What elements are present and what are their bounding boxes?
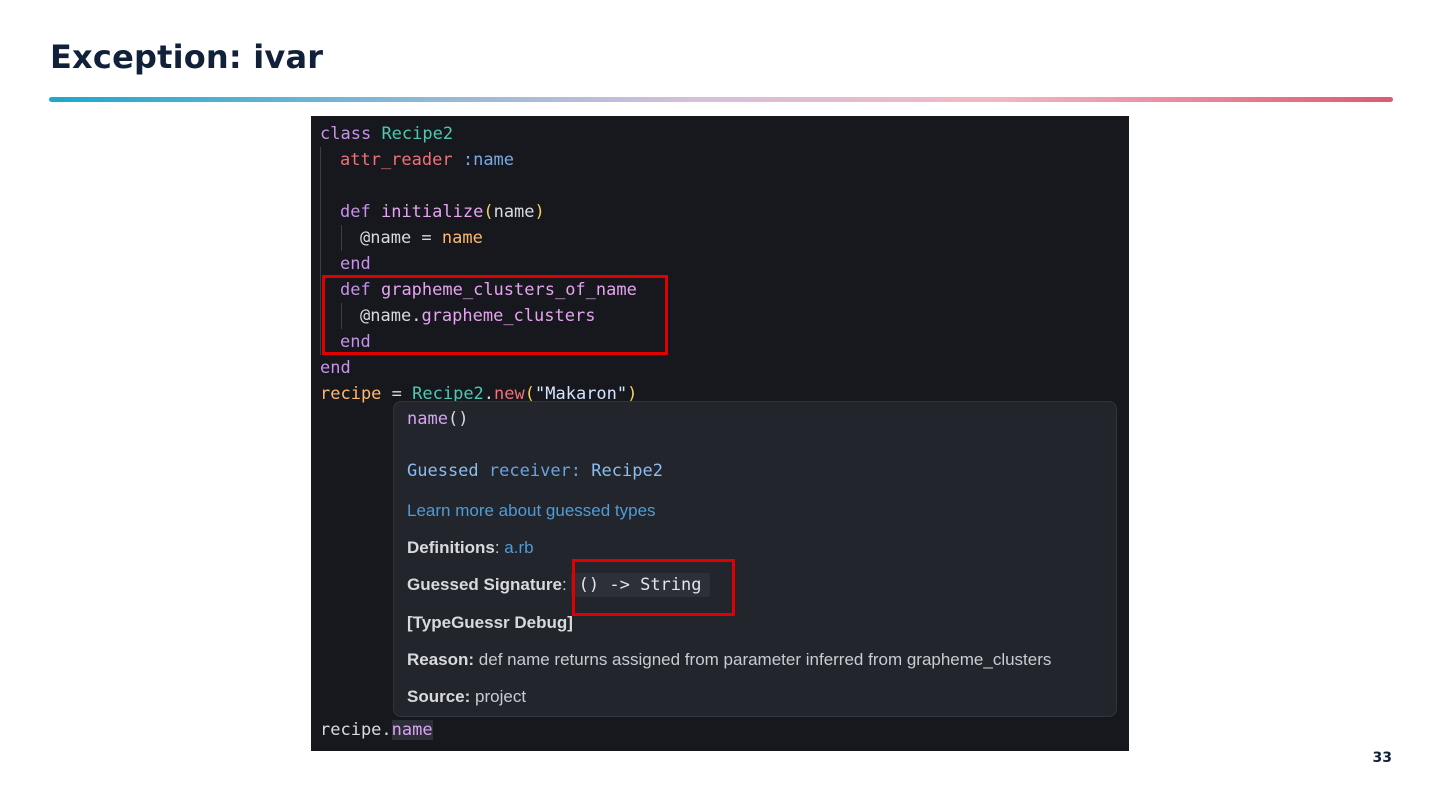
code-last-line: recipe.name <box>320 720 433 740</box>
code-line-1: class Recipe2 <box>320 124 454 144</box>
code-line-6: end <box>340 254 371 274</box>
learn-more-link[interactable]: Learn more about guessed types <box>407 501 656 521</box>
hover-debug-heading: [TypeGuessr Debug] <box>407 613 573 632</box>
hover-receiver: Guessed receiver: Recipe2 <box>407 461 663 481</box>
hover-guessed-signature: Guessed Signature:() -> String <box>407 573 710 597</box>
code-line-10: end <box>320 358 351 378</box>
title-divider <box>49 97 1393 102</box>
code-line-9: end <box>340 332 371 352</box>
hover-definitions: Definitions: a.rb <box>407 538 534 557</box>
hovered-method-name[interactable]: name <box>391 720 433 740</box>
slide-title: Exception: ivar <box>50 38 324 76</box>
hover-tooltip: name() Guessed receiver: Recipe2 Learn m… <box>393 401 1117 717</box>
signature-code: () -> String <box>570 573 710 597</box>
code-line-8: @name.grapheme_clusters <box>360 306 596 326</box>
hover-signature: name() <box>407 409 469 429</box>
hover-source: Source: project <box>407 687 527 706</box>
code-line-4: def initialize(name) <box>340 202 545 222</box>
code-line-7: def grapheme_clusters_of_name <box>340 280 637 300</box>
hover-reason: Reason: def name returns assigned from p… <box>407 650 1052 669</box>
definition-file-link[interactable]: a.rb <box>504 538 533 557</box>
page-number: 33 <box>1372 750 1392 766</box>
code-block: class Recipe2 attr_reader :name def init… <box>320 121 637 407</box>
code-line-2: attr_reader :name <box>340 150 515 170</box>
editor-screenshot: class Recipe2 attr_reader :name def init… <box>311 116 1129 751</box>
code-line-5: @name = name <box>360 228 483 248</box>
